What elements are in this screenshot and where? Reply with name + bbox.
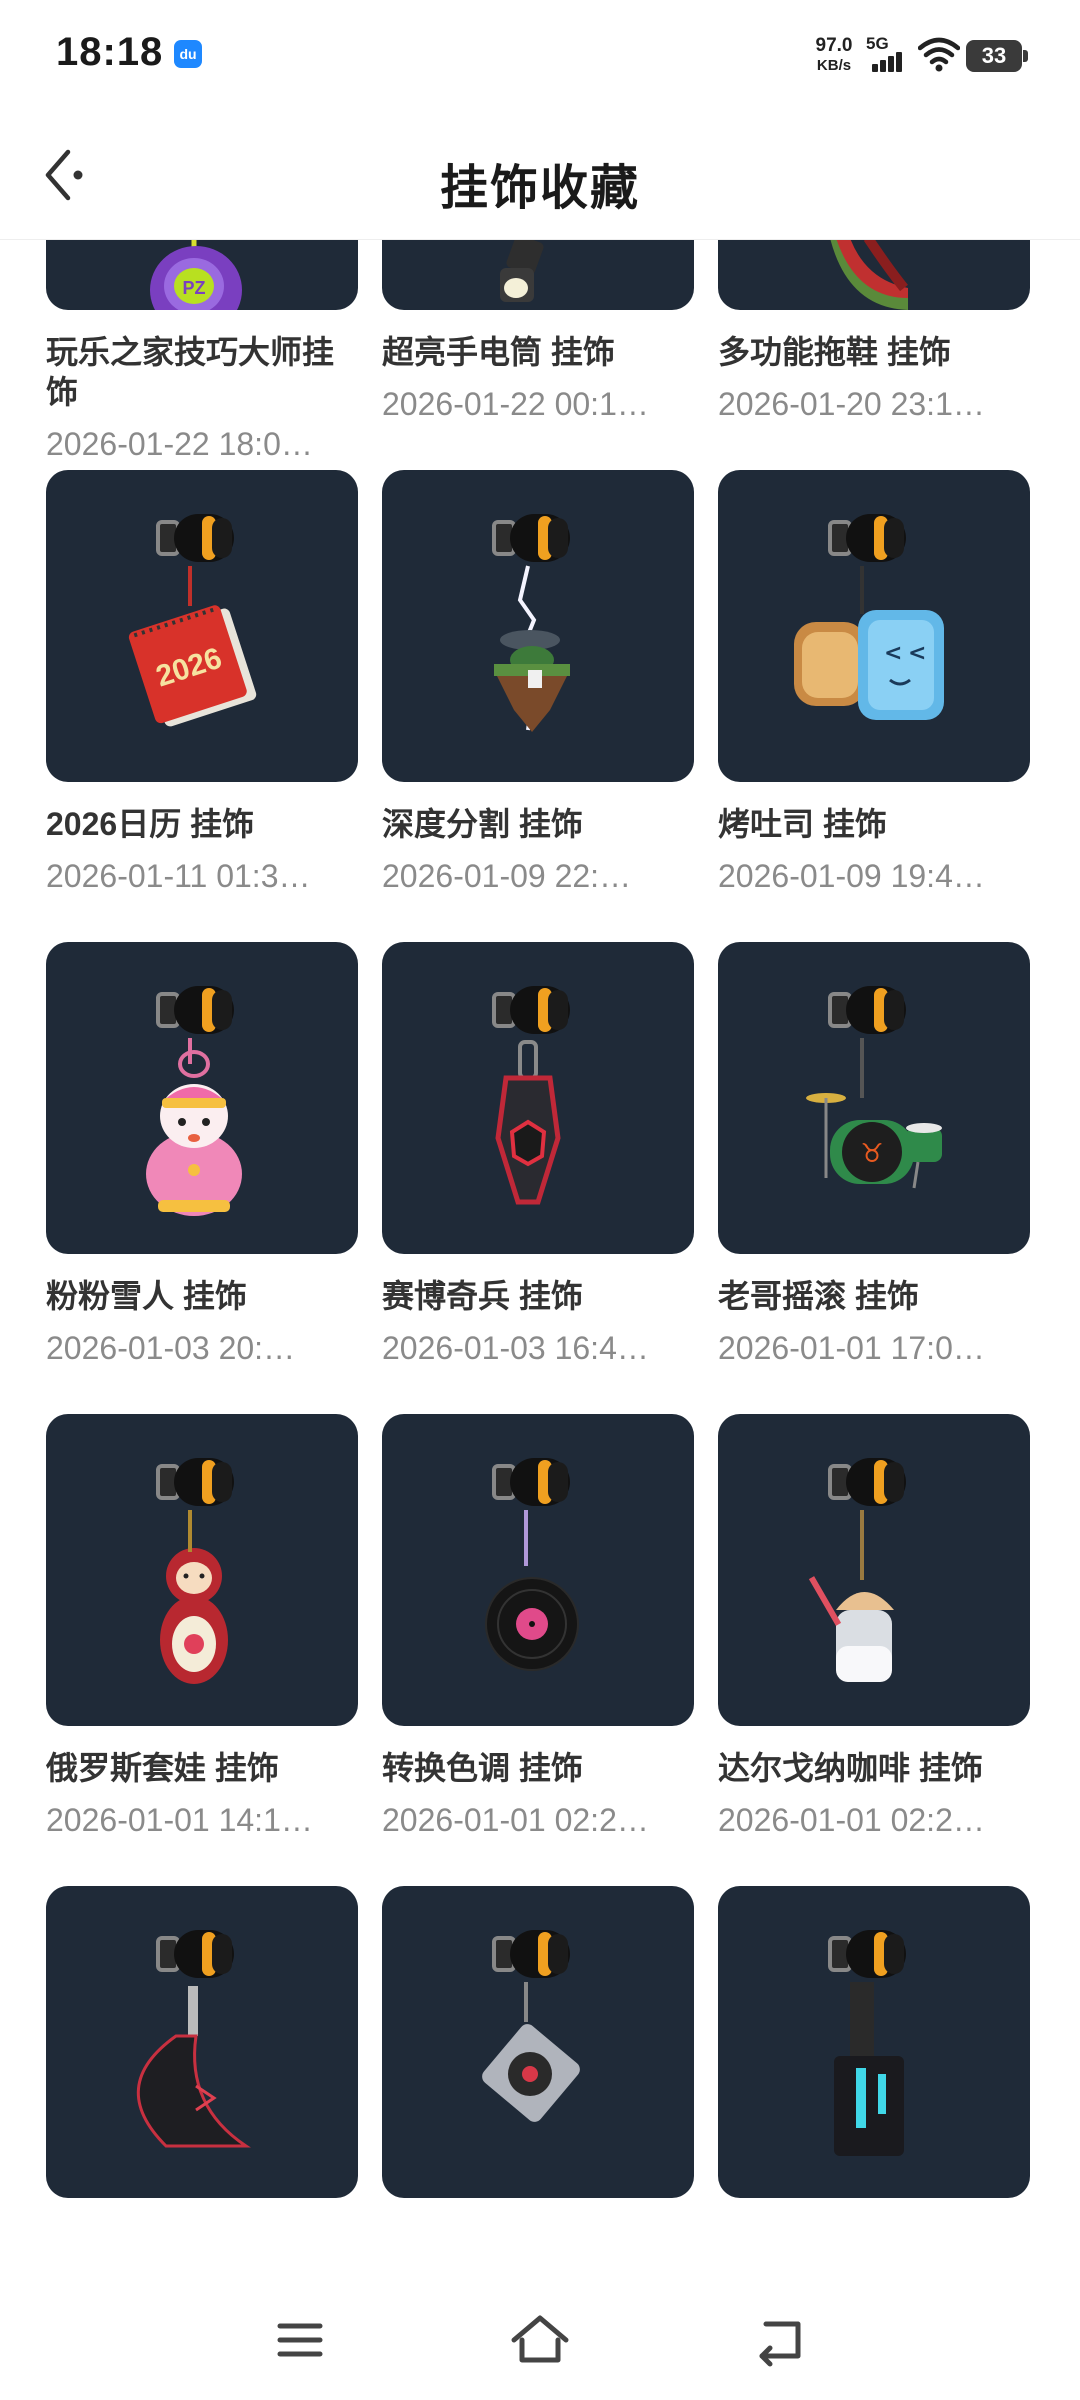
signal-type-label: 5G	[866, 34, 889, 53]
wifi-icon	[918, 37, 960, 72]
item-thumbnail	[46, 1414, 358, 1726]
item-name: 深度分割 挂饰	[382, 806, 583, 842]
item-name: 俄罗斯套娃 挂饰	[46, 1750, 279, 1786]
earbud-hanger-icon	[156, 514, 236, 566]
item-date: 2026-01-03 16:4…	[382, 1330, 649, 1366]
item-thumbnail: < <	[718, 470, 1030, 782]
earbud-hanger-icon	[156, 986, 236, 1038]
item-date: 2026-01-20 23:1…	[718, 386, 985, 422]
item-date: 2026-01-22 00:1…	[382, 386, 649, 422]
collection-grid-scroll[interactable]: PZ 玩乐之家技巧大师挂饰 2026-01-22 18:0… 超亮手电筒 挂饰 …	[0, 240, 1080, 2278]
app-notification-icon: du	[174, 40, 202, 68]
network-speed-unit: KB/s	[816, 57, 852, 74]
system-navigation-bar	[0, 2278, 1080, 2400]
collection-item[interactable]	[382, 1886, 694, 2278]
collection-item[interactable]	[718, 1886, 1030, 2278]
item-date: 2026-01-11 01:3…	[46, 858, 311, 894]
earbud-hanger-icon	[828, 986, 908, 1038]
item-date: 2026-01-01 02:2…	[382, 1802, 649, 1838]
svg-text:♉: ♉	[860, 1139, 883, 1169]
page-title: 挂饰收藏	[439, 162, 640, 215]
item-date: 2026-01-03 20:…	[46, 1330, 296, 1366]
menu-icon[interactable]	[270, 2312, 330, 2368]
svg-text:<: <	[908, 641, 926, 666]
item-name: 玩乐之家技巧大师挂饰	[46, 334, 335, 410]
collection-item[interactable]: 深度分割 挂饰 2026-01-09 22:…	[382, 470, 694, 942]
item-thumbnail	[46, 1886, 358, 2198]
collection-item[interactable]: 转换色调 挂饰 2026-01-01 02:2…	[382, 1414, 694, 1886]
battery-indicator: 33	[966, 40, 1028, 72]
collection-item[interactable]: 超亮手电筒 挂饰 2026-01-22 00:1…	[382, 240, 694, 470]
earbud-hanger-icon	[492, 1930, 572, 1982]
earbud-hanger-icon	[156, 1458, 236, 1510]
item-date: 2026-01-09 19:4…	[718, 858, 985, 894]
cellular-signal-icon: 5G	[866, 34, 906, 72]
svg-text:PZ: PZ	[182, 278, 205, 298]
slipper-charm-image	[830, 240, 908, 310]
item-name: 超亮手电筒 挂饰	[382, 334, 615, 370]
item-thumbnail	[718, 1414, 1030, 1726]
item-name: 转换色调 挂饰	[382, 1750, 583, 1786]
item-date: 2026-01-01 14:1…	[46, 1802, 313, 1838]
item-thumbnail: 2026	[46, 470, 358, 782]
item-thumbnail	[718, 240, 1030, 310]
item-thumbnail: PZ	[46, 240, 358, 310]
earbud-hanger-icon	[828, 514, 908, 566]
clock: 18:18	[56, 30, 164, 74]
flashlight-charm-image	[500, 240, 544, 302]
earbud-hanger-icon	[828, 1930, 908, 1982]
item-name: 烤吐司 挂饰	[718, 806, 887, 842]
item-date: 2026-01-01 02:2…	[718, 1802, 985, 1838]
item-name: 2026日历 挂饰	[46, 806, 255, 842]
item-name: 达尔戈纳咖啡 挂饰	[718, 1750, 983, 1786]
item-thumbnail	[382, 1886, 694, 2198]
item-date: 2026-01-01 17:0…	[718, 1330, 985, 1366]
network-speed-value: 97.0	[815, 35, 853, 56]
item-thumbnail: ♉	[718, 942, 1030, 1254]
earbud-hanger-icon	[156, 1930, 236, 1982]
collection-item[interactable]: 粉粉雪人 挂饰 2026-01-03 20:…	[46, 942, 358, 1414]
earbud-hanger-icon	[492, 986, 572, 1038]
item-thumbnail	[382, 942, 694, 1254]
item-thumbnail	[718, 1886, 1030, 2198]
collection-grid: PZ 玩乐之家技巧大师挂饰 2026-01-22 18:0… 超亮手电筒 挂饰 …	[46, 240, 1036, 2278]
item-thumbnail	[46, 942, 358, 1254]
item-thumbnail	[382, 240, 694, 310]
page-header: 挂饰收藏	[0, 112, 1080, 240]
collection-item[interactable]: < < 烤吐司 挂饰 2026-01-09 19:4…	[718, 470, 1030, 942]
collection-item[interactable]: ♉ 老哥摇滚 挂饰 2026-01-01 17:0…	[718, 942, 1030, 1414]
network-speed: 97.0 KB/s	[808, 36, 860, 76]
item-name: 赛博奇兵 挂饰	[382, 1278, 583, 1314]
item-thumbnail	[382, 470, 694, 782]
collection-item[interactable]: PZ 玩乐之家技巧大师挂饰 2026-01-22 18:0…	[46, 240, 358, 470]
collection-item[interactable]: 2026 2026日历 挂饰 2026-01-11 01:3…	[46, 470, 358, 942]
item-name: 多功能拖鞋 挂饰	[718, 334, 951, 370]
collection-item[interactable]: 多功能拖鞋 挂饰 2026-01-20 23:1…	[718, 240, 1030, 470]
item-date: 2026-01-22 18:0…	[46, 426, 313, 462]
status-bar: 18:18 du 97.0 KB/s 5G 33	[0, 0, 1080, 112]
collection-item[interactable]: 赛博奇兵 挂饰 2026-01-03 16:4…	[382, 942, 694, 1414]
earbud-hanger-icon	[492, 514, 572, 566]
item-name: 老哥摇滚 挂饰	[718, 1278, 919, 1314]
item-name: 粉粉雪人 挂饰	[46, 1278, 247, 1314]
back-icon[interactable]	[752, 2312, 812, 2368]
collection-item[interactable]: 达尔戈纳咖啡 挂饰 2026-01-01 02:2…	[718, 1414, 1030, 1886]
svg-text:<: <	[884, 641, 902, 666]
item-thumbnail	[382, 1414, 694, 1726]
collection-item[interactable]	[46, 1886, 358, 2278]
home-icon[interactable]	[510, 2312, 570, 2368]
item-date: 2026-01-09 22:…	[382, 858, 632, 894]
earbud-hanger-icon	[828, 1458, 908, 1510]
collection-item[interactable]: 俄罗斯套娃 挂饰 2026-01-01 14:1…	[46, 1414, 358, 1886]
earbud-hanger-icon	[492, 1458, 572, 1510]
yoyo-charm-image: PZ	[150, 240, 242, 310]
